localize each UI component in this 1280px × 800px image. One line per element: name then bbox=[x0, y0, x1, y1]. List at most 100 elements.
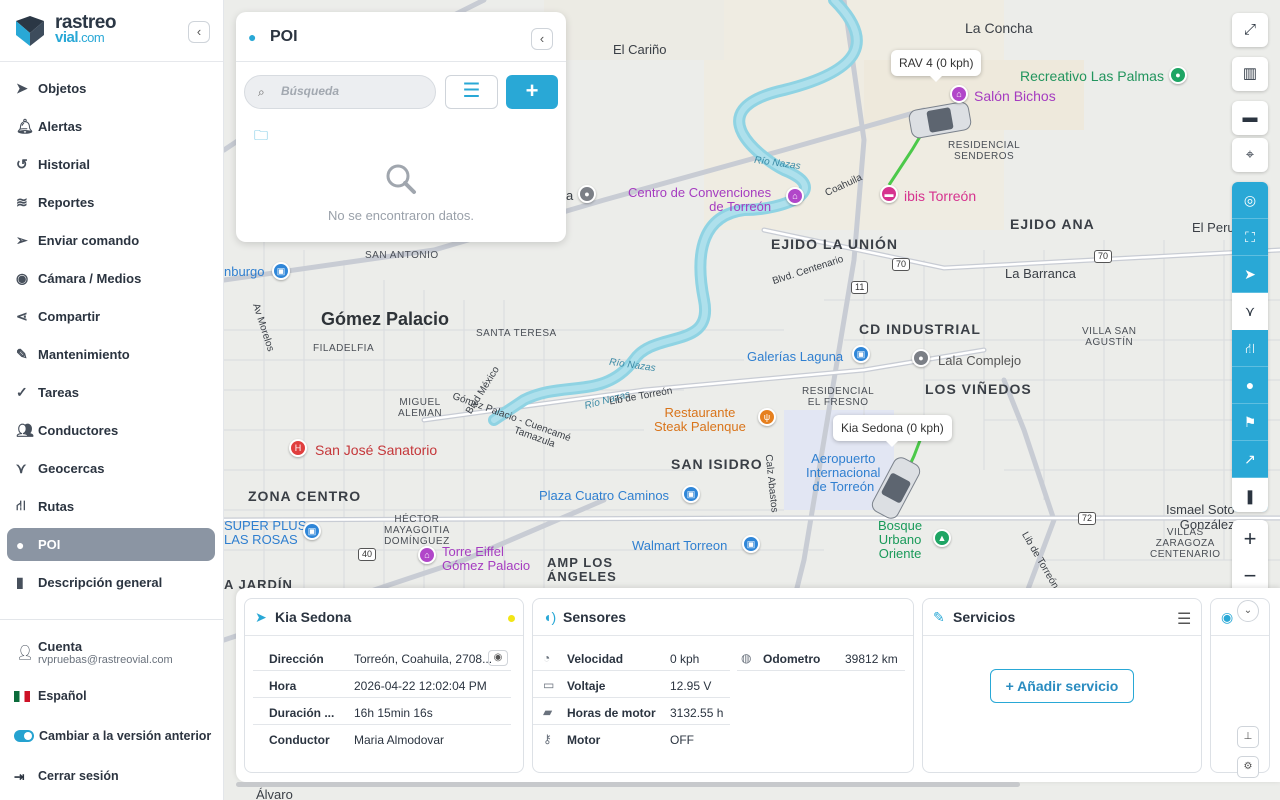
sidebar-item-poi[interactable]: ● POI bbox=[7, 528, 215, 561]
poi-search-field[interactable]: ⌕ bbox=[244, 75, 436, 109]
detail-row-duration: Duración ... 16h 15min 16s bbox=[253, 698, 511, 725]
status-dot bbox=[508, 615, 515, 622]
sidebar-item-enviar-comando[interactable]: ➢ Enviar comando bbox=[0, 221, 224, 259]
hotel-pin-icon[interactable]: ▬ bbox=[880, 185, 898, 203]
map-label: MIGUEL ALEMAN bbox=[398, 397, 443, 419]
place-pin-icon[interactable]: ● bbox=[912, 349, 930, 367]
zoom-in-button[interactable]: + bbox=[1232, 520, 1268, 557]
sidebar-item-rutas[interactable]: ⛙ Rutas bbox=[0, 487, 224, 525]
sidebar-item-descripcion-general[interactable]: ▮ Descripción general bbox=[0, 563, 224, 601]
sidebar-item-geocercas[interactable]: ⋎ Geocercas bbox=[0, 449, 224, 487]
toggle-switch[interactable] bbox=[14, 730, 34, 742]
routes-toggle[interactable]: ⛙ bbox=[1232, 330, 1268, 367]
map-label: HÉCTOR MAYAGOITIA DOMÍNGUEZ bbox=[384, 514, 450, 547]
eye-icon[interactable]: ◉ bbox=[488, 650, 508, 666]
legacy-version-toggle[interactable]: Cambiar a la versión anterior bbox=[0, 716, 224, 756]
user-icon: 👤︎ bbox=[16, 644, 34, 660]
arrow-icon: ↗ bbox=[1244, 451, 1256, 467]
account-email: rvpruebas@rastreovial.com bbox=[38, 654, 173, 666]
detail-row-address: Dirección Torreón, Coahuila, 2708... bbox=[253, 644, 511, 671]
sidebar-item-camara[interactable]: ◉ Cámara / Medios bbox=[0, 259, 224, 297]
horizontal-scrollbar[interactable] bbox=[236, 782, 1020, 787]
collapse-panel-button[interactable]: ⌄ bbox=[1237, 600, 1259, 622]
labels-toggle[interactable]: ⚑ bbox=[1232, 404, 1268, 441]
ruler-button[interactable]: ▬ bbox=[1232, 101, 1268, 135]
map-label: SAN ANTONIO bbox=[365, 250, 439, 261]
fullscreen-button[interactable]: ⤢ bbox=[1232, 13, 1268, 47]
settings-icon[interactable]: ⚙ bbox=[1237, 756, 1259, 778]
traffic-toggle[interactable]: ◎ bbox=[1232, 182, 1268, 219]
my-location-button[interactable]: ⌖ bbox=[1232, 138, 1268, 172]
map-label: Torre Eiffel Gómez Palacio bbox=[442, 544, 531, 573]
sensor-row: ◔ Velocidad 0 kph bbox=[533, 644, 730, 671]
sidebar-nav: ➤ Objetos 🔔︎ Alertas ↺ Historial ≋ Reportes … bbox=[0, 69, 224, 601]
sidebar-item-historial[interactable]: ↺ Historial bbox=[0, 145, 224, 183]
map-label: Álvaro bbox=[256, 787, 293, 800]
objects-toggle[interactable]: ➤ bbox=[1232, 256, 1268, 293]
vehicle-card-header: ➤ Kia Sedona bbox=[245, 599, 523, 636]
menu-icon[interactable]: ☰ bbox=[1177, 609, 1191, 629]
map-label: EJIDO ANA bbox=[1010, 216, 1095, 232]
sensor-row: ▰ Horas de motor 3132.55 h bbox=[533, 698, 730, 725]
folder-icon[interactable]: 🗀 bbox=[254, 125, 268, 149]
shopping-cart-pin-icon[interactable]: ▣ bbox=[303, 522, 321, 540]
map-label: a bbox=[566, 188, 574, 203]
checks-icon: ✓ bbox=[16, 383, 28, 400]
hospital-pin-icon[interactable]: H bbox=[289, 439, 307, 457]
sidebar-item-reportes[interactable]: ≋ Reportes bbox=[0, 183, 224, 221]
poi-search-input[interactable] bbox=[281, 84, 421, 98]
vehicle-tooltip-kia[interactable]: Kia Sedona (0 kph) bbox=[833, 415, 952, 447]
map-label: VILLA SAN AGUSTÍN bbox=[1082, 326, 1137, 348]
search-empty-icon bbox=[384, 162, 418, 201]
directions-toggle[interactable]: ↗ bbox=[1232, 441, 1268, 478]
map-label: Gómez Palacio bbox=[321, 309, 450, 329]
add-poi-button[interactable]: + bbox=[506, 75, 558, 109]
sidebar-item-compartir[interactable]: ⋖ Compartir bbox=[0, 297, 224, 335]
logout-button[interactable]: ⇥ Cerrar sesión bbox=[0, 756, 224, 796]
close-panel-button[interactable]: ‹ bbox=[531, 28, 553, 50]
sidebar-item-tareas[interactable]: ✓ Tareas bbox=[0, 373, 224, 411]
account-menu[interactable]: 👤︎ Cuenta rvpruebas@rastreovial.com bbox=[0, 620, 224, 676]
map-label: CD INDUSTRIAL bbox=[859, 321, 981, 337]
sensor-row: ◍ Odometro 39812 km bbox=[737, 644, 905, 671]
venue-pin-icon[interactable]: ⌂ bbox=[950, 85, 968, 103]
sidebar-footer: 👤︎ Cuenta rvpruebas@rastreovial.com Espa… bbox=[0, 619, 224, 796]
logo-icon bbox=[16, 16, 44, 46]
crosshair-icon: ⌖ bbox=[1245, 146, 1255, 163]
sidebar-item-conductores[interactable]: 👥︎ Conductores bbox=[0, 411, 224, 449]
poi-toggle[interactable]: ● bbox=[1232, 367, 1268, 404]
map-icon: ▥ bbox=[1242, 65, 1258, 82]
traffic-light-icon: ❚ bbox=[1244, 488, 1256, 504]
fit-bounds-toggle[interactable]: ⛶ bbox=[1232, 219, 1268, 256]
restaurant-pin-icon[interactable]: ψ bbox=[758, 408, 776, 426]
sidebar: rastreo vial.com ‹ ➤ Objetos 🔔︎ Alertas ↺ H… bbox=[0, 0, 224, 800]
venue-pin-icon[interactable]: ⌂ bbox=[418, 546, 436, 564]
zoom-control: + − bbox=[1232, 520, 1268, 594]
park-pin-icon[interactable]: ▲ bbox=[933, 529, 951, 547]
venue-pin-icon[interactable]: ⌂ bbox=[786, 187, 804, 205]
poi-list-button[interactable]: ☰ bbox=[445, 75, 498, 109]
menu-icon: ☰ bbox=[462, 80, 481, 102]
shopping-pin-icon[interactable]: ▣ bbox=[852, 345, 870, 363]
geofences-toggle[interactable]: ⋎ bbox=[1232, 293, 1268, 330]
map-layers-button[interactable]: ▥ bbox=[1232, 57, 1268, 91]
sidebar-item-objetos[interactable]: ➤ Objetos bbox=[0, 69, 224, 107]
collapse-sidebar-button[interactable]: ‹ bbox=[188, 21, 210, 43]
pin-icon[interactable]: ⊥ bbox=[1237, 726, 1259, 748]
shopping-cart-pin-icon[interactable]: ▣ bbox=[272, 262, 290, 280]
odometer-icon: ◍ bbox=[741, 651, 752, 665]
shopping-cart-pin-icon[interactable]: ▣ bbox=[742, 535, 760, 553]
speedometer-icon: ◔ bbox=[543, 651, 551, 665]
language-selector[interactable]: Español bbox=[0, 676, 224, 716]
place-pin-icon[interactable]: ● bbox=[578, 185, 596, 203]
highway-shield: 40 bbox=[358, 548, 377, 561]
sidebar-item-alertas[interactable]: 🔔︎ Alertas bbox=[0, 107, 224, 145]
add-service-button[interactable]: + Añadir servicio bbox=[990, 669, 1134, 703]
park-pin-icon[interactable]: ● bbox=[1169, 66, 1187, 84]
info-toggle[interactable]: ❚ bbox=[1232, 478, 1268, 512]
map-label: Centro de Convenciones de Torreón bbox=[628, 185, 772, 214]
shopping-pin-icon[interactable]: ▣ bbox=[682, 485, 700, 503]
logo[interactable]: rastreo vial.com ‹ bbox=[0, 0, 223, 62]
vehicle-tooltip-rav4[interactable]: RAV 4 (0 kph) bbox=[891, 50, 982, 82]
sidebar-item-mantenimiento[interactable]: ✎ Mantenimiento bbox=[0, 335, 224, 373]
